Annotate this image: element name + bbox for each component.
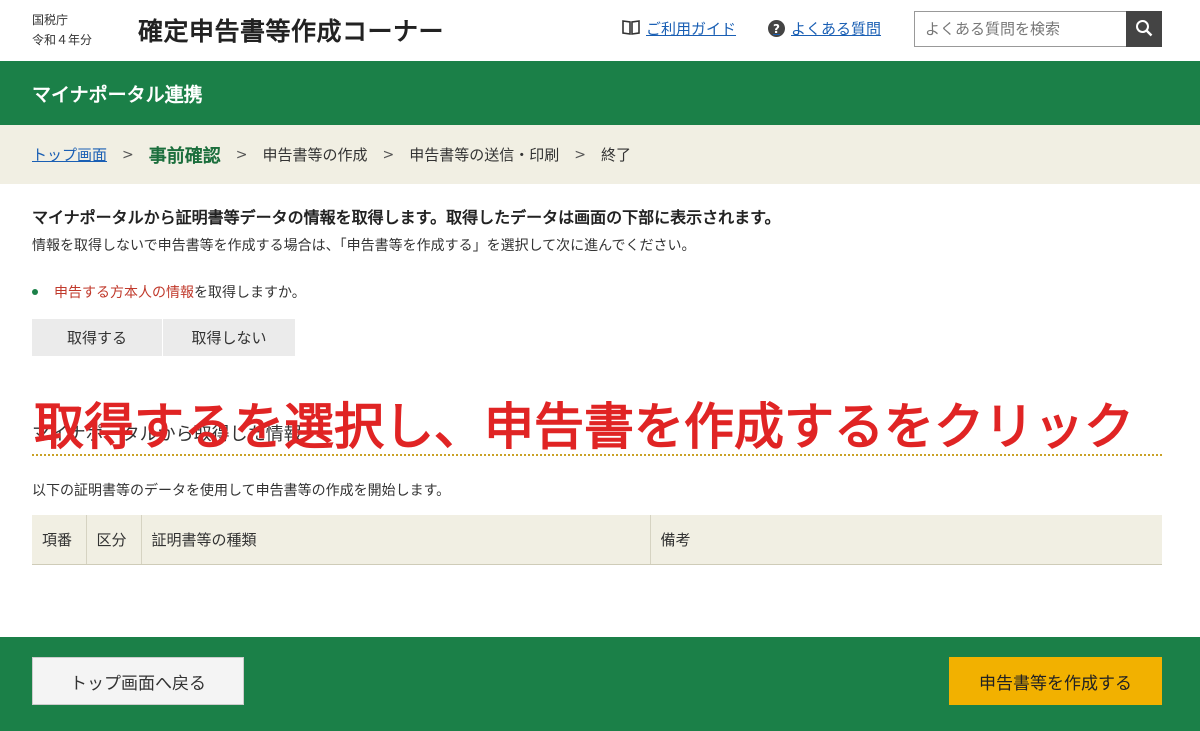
guide-link[interactable]: ご利用ガイド bbox=[622, 18, 736, 39]
faq-link[interactable]: ? よくある質問 bbox=[768, 18, 881, 39]
col-number: 項番 bbox=[32, 515, 86, 565]
chevron-right-icon: > bbox=[382, 146, 395, 163]
faq-label[interactable]: よくある質問 bbox=[791, 18, 881, 39]
divider bbox=[32, 454, 1162, 456]
book-icon bbox=[622, 19, 640, 39]
guide-label[interactable]: ご利用ガイド bbox=[646, 18, 736, 39]
breadcrumb-step: 申告書等の送信・印刷 bbox=[409, 146, 560, 164]
acquired-info-text: 以下の証明書等のデータを使用して申告書等の作成を開始します。 bbox=[32, 483, 451, 499]
certificate-table: 項番 区分 証明書等の種類 備考 bbox=[32, 515, 1162, 565]
fetch-no-button[interactable]: 取得しない bbox=[163, 319, 295, 356]
chevron-right-icon: > bbox=[122, 146, 134, 163]
col-category: 区分 bbox=[85, 515, 141, 565]
create-return-button[interactable]: 申告書等を作成する bbox=[949, 657, 1162, 705]
breadcrumb-top[interactable]: トップ画面 bbox=[32, 144, 107, 165]
footer-bar: トップ画面へ戻る 申告書等を作成する bbox=[0, 637, 1200, 731]
breadcrumb-step: 申告書等の作成 bbox=[262, 146, 368, 164]
taxpayer-info-link[interactable]: 申告する方本人の情報 bbox=[54, 282, 194, 302]
breadcrumb-current: 事前確認 bbox=[148, 145, 221, 167]
chevron-right-icon: > bbox=[574, 146, 586, 163]
question-icon: ? bbox=[768, 20, 785, 37]
section-title-bar: マイナポータル連携 bbox=[0, 61, 1200, 125]
col-notes: 備考 bbox=[649, 515, 1162, 565]
question-text: を取得しますか。 bbox=[194, 285, 306, 301]
search-button[interactable] bbox=[1126, 11, 1162, 47]
breadcrumb: トップ画面 > 事前確認 > 申告書等の作成 > 申告書等の送信・印刷 > 終了 bbox=[0, 125, 1200, 184]
agency-name: 国税庁 bbox=[32, 13, 69, 27]
site-title[interactable]: 確定申告書等作成コーナー bbox=[138, 12, 444, 48]
section-title: マイナポータル連携 bbox=[32, 84, 203, 106]
agency-info: 国税庁 令和４年分 bbox=[32, 10, 92, 50]
fetch-yes-button[interactable]: 取得する bbox=[32, 319, 162, 356]
site-header: 国税庁 令和４年分 確定申告書等作成コーナー ご利用ガイド ? よくある質問 bbox=[0, 0, 1200, 61]
table-header-row: 項番 区分 証明書等の種類 備考 bbox=[32, 515, 1162, 565]
sub-text: 情報を取得しないで申告書等を作成する場合は、「申告書等を作成する」を選択して次に… bbox=[32, 238, 696, 254]
tax-year: 令和４年分 bbox=[32, 33, 93, 47]
search-box bbox=[914, 11, 1162, 47]
lead-text: マイナポータルから証明書等データの情報を取得します。取得したデータは画面の下部に… bbox=[32, 208, 781, 227]
search-icon bbox=[1135, 19, 1153, 40]
breadcrumb-step: 終了 bbox=[600, 146, 631, 164]
back-to-top-button[interactable]: トップ画面へ戻る bbox=[32, 657, 244, 705]
chevron-right-icon: > bbox=[235, 146, 248, 163]
search-input[interactable] bbox=[914, 11, 1126, 47]
fetch-question: 申告する方本人の情報 を取得しますか。 bbox=[32, 282, 306, 302]
col-cert-type: 証明書等の種類 bbox=[140, 515, 650, 565]
bullet-icon bbox=[32, 289, 38, 295]
acquired-info-heading: マイナポータルから取得した情報 bbox=[32, 424, 302, 445]
